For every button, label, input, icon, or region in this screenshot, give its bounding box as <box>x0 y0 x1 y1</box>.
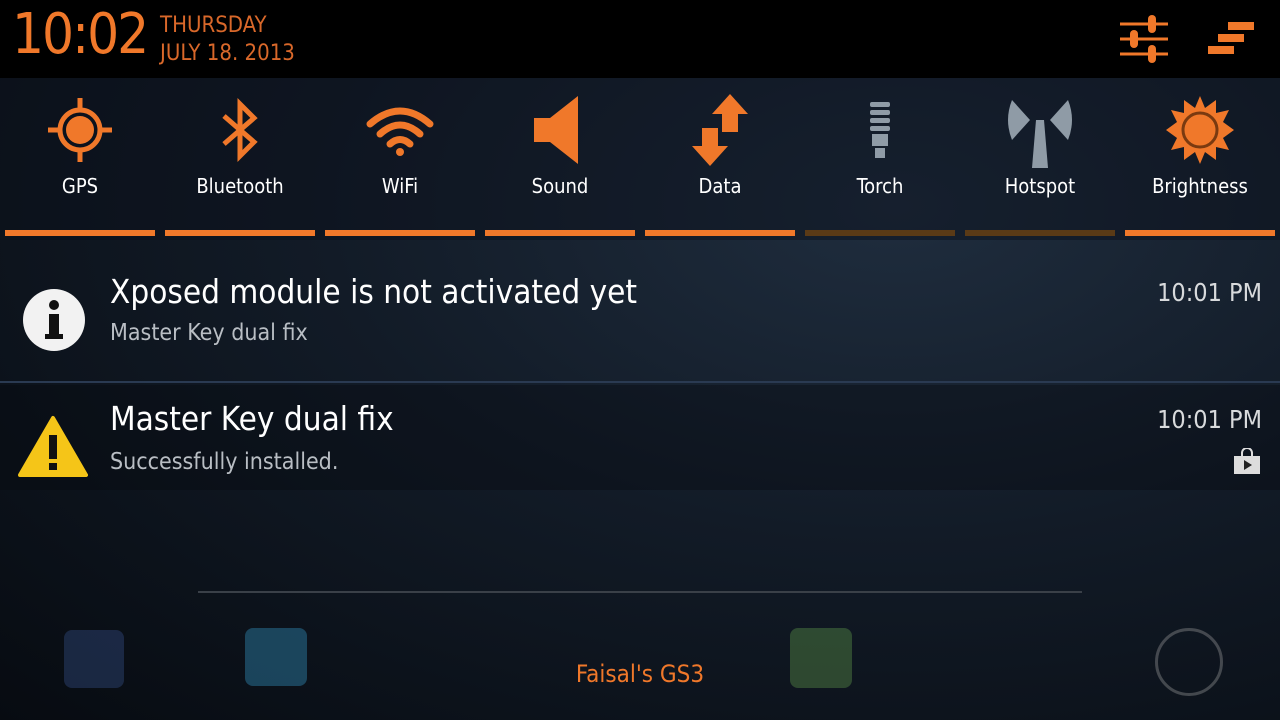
toggle-sound[interactable]: Sound <box>480 78 640 240</box>
toggle-indicator <box>1125 230 1275 236</box>
toggle-indicator <box>5 230 155 236</box>
wifi-icon <box>366 107 434 156</box>
date-display: THURSDAY JULY 18. 2013 <box>160 12 295 68</box>
toggle-gps[interactable]: GPS <box>0 78 160 240</box>
warning-icon <box>18 416 88 477</box>
toggle-indicator <box>645 230 795 236</box>
toggle-indicator <box>165 230 315 236</box>
bluetooth-icon <box>222 97 258 163</box>
toggle-indicator <box>965 230 1115 236</box>
toggle-indicator <box>325 230 475 236</box>
toggle-wifi[interactable]: WiFi <box>320 78 480 240</box>
clear-notifications-button[interactable] <box>1206 14 1258 64</box>
weekday: THURSDAY <box>160 13 267 38</box>
toggle-label: Bluetooth <box>196 174 284 198</box>
notification-subtitle: Successfully installed. <box>110 449 339 475</box>
toggle-data[interactable]: Data <box>640 78 800 240</box>
notification-xposed[interactable]: Xposed module is not activated yet Maste… <box>0 250 1280 380</box>
toggle-label: Brightness <box>1152 174 1248 198</box>
toggle-indicator <box>805 230 955 236</box>
toggle-label: Sound <box>531 174 589 198</box>
info-icon <box>23 289 85 351</box>
gps-icon <box>48 98 112 162</box>
toggle-label: Data <box>698 174 742 198</box>
notification-subtitle: Master Key dual fix <box>110 320 308 346</box>
status-header: 10:02 THURSDAY JULY 18. 2013 <box>0 0 1280 78</box>
clear-all-icon <box>1208 22 1254 54</box>
notification-master-key[interactable]: Master Key dual fix Successfully install… <box>0 385 1280 490</box>
bulb-icon <box>870 102 890 158</box>
device-owner-label: Faisal's GS3 <box>575 660 705 688</box>
sliders-icon <box>1120 15 1168 63</box>
hotspot-icon <box>1008 100 1072 168</box>
toggle-indicator <box>485 230 635 236</box>
clock: 10:02 <box>12 2 149 67</box>
speaker-icon <box>534 96 578 164</box>
toggle-hotspot[interactable]: Hotspot <box>960 78 1120 240</box>
quick-toggles: GPS Bluetooth WiFi Sound Data Torch Hots… <box>0 78 1280 240</box>
notification-title: Xposed module is not activated yet <box>110 272 638 311</box>
toggle-label: Torch <box>856 174 904 198</box>
toggle-bluetooth[interactable]: Bluetooth <box>160 78 320 240</box>
toggle-brightness[interactable]: Brightness <box>1120 78 1280 240</box>
notification-time: 10:01 PM <box>1157 278 1262 307</box>
sun-icon <box>1166 96 1234 164</box>
play-store-bag-icon <box>1234 448 1260 474</box>
toggle-label: GPS <box>61 174 99 198</box>
dock-divider <box>198 591 1082 593</box>
data-arrows-icon <box>692 94 748 166</box>
toggle-label: WiFi <box>381 174 419 198</box>
settings-button[interactable] <box>1118 14 1170 64</box>
notification-time: 10:01 PM <box>1157 405 1262 434</box>
notification-divider <box>0 381 1280 383</box>
toggle-label: Hotspot <box>1004 174 1076 198</box>
toggle-torch[interactable]: Torch <box>800 78 960 240</box>
notification-title: Master Key dual fix <box>110 399 394 438</box>
date: JULY 18. 2013 <box>160 41 295 66</box>
